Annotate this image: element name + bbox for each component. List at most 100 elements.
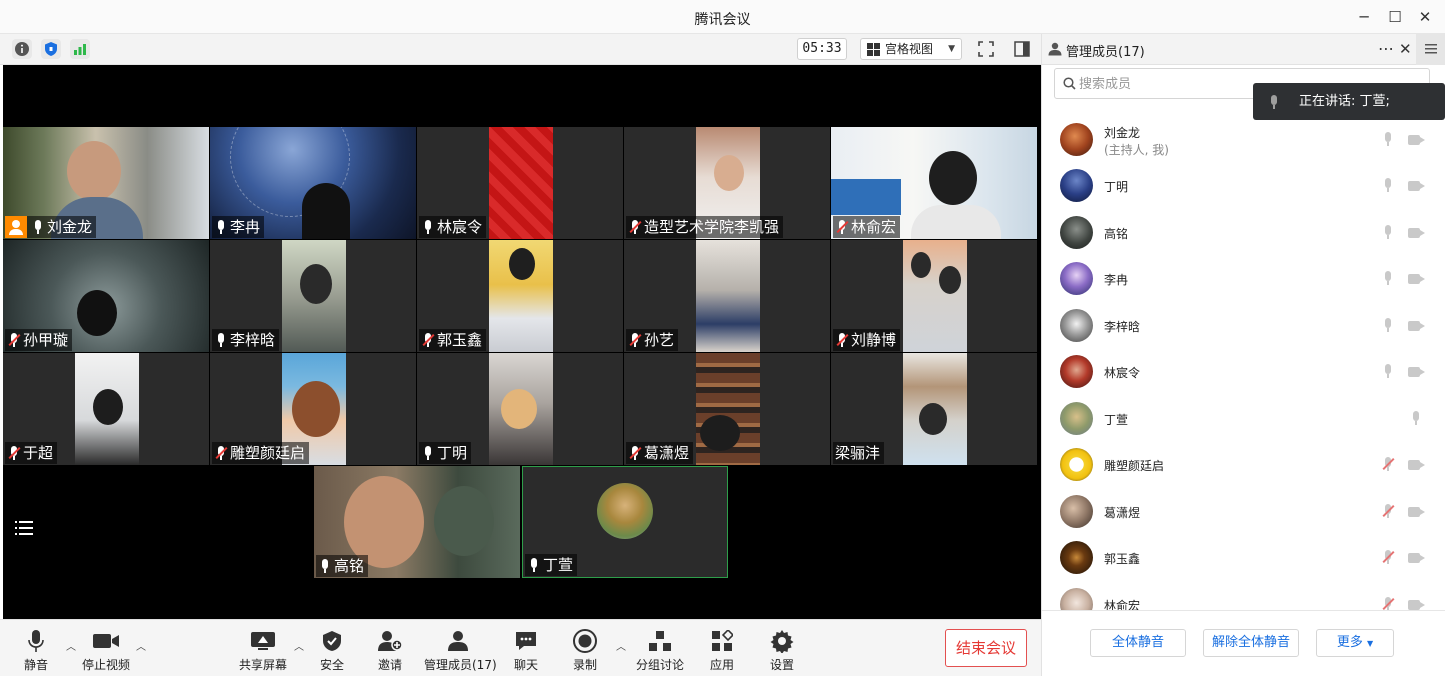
- video-tile[interactable]: 李梓晗: [210, 240, 416, 352]
- video-tile[interactable]: 孙艺: [624, 240, 830, 352]
- video-tile[interactable]: 刘金龙: [3, 127, 209, 239]
- member-camera-icon[interactable]: [1408, 553, 1420, 563]
- end-meeting-button[interactable]: 结束会议: [945, 629, 1027, 667]
- share-options-chevron[interactable]: ︿: [294, 638, 304, 653]
- list-icon[interactable]: [15, 518, 35, 538]
- unmute-all-button[interactable]: 解除全体静音: [1203, 629, 1299, 657]
- chat-button[interactable]: 聊天: [512, 628, 540, 673]
- share-screen-button[interactable]: 共享屏幕: [238, 628, 288, 673]
- record-options-chevron[interactable]: ︿: [616, 638, 626, 653]
- avatar: [1060, 123, 1093, 156]
- tile-name-tag: 梁骊沣: [833, 442, 885, 464]
- member-row[interactable]: 丁萱: [1042, 395, 1445, 441]
- maximize-button[interactable]: ☐: [1383, 6, 1407, 28]
- mic-muted-icon: [7, 445, 21, 461]
- member-camera-icon[interactable]: [1408, 181, 1420, 191]
- settings-button[interactable]: 设置: [768, 628, 796, 673]
- member-row[interactable]: 葛潇煜: [1042, 488, 1445, 534]
- video-tile[interactable]: 林宸令: [417, 127, 623, 239]
- mic-muted-icon: [214, 445, 228, 461]
- member-row[interactable]: 刘金龙 (主持人, 我): [1042, 116, 1445, 162]
- video-tile[interactable]: 丁明: [417, 353, 623, 465]
- panel-menu-button[interactable]: [1416, 34, 1445, 65]
- video-tile[interactable]: 葛潇煜: [624, 353, 830, 465]
- video-tile[interactable]: 郭玉鑫: [417, 240, 623, 352]
- member-mic-muted-icon[interactable]: [1382, 550, 1395, 566]
- meeting-timer: 05:33: [797, 38, 847, 60]
- member-camera-icon[interactable]: [1408, 228, 1420, 238]
- chat-icon: [512, 628, 540, 654]
- member-name: 高铭: [1104, 227, 1129, 241]
- video-tile[interactable]: 李冉: [210, 127, 416, 239]
- member-mic-muted-icon[interactable]: [1382, 504, 1395, 520]
- mute-options-chevron[interactable]: ︿: [66, 638, 76, 653]
- member-camera-icon[interactable]: [1408, 507, 1420, 517]
- video-tile[interactable]: 于超: [3, 353, 209, 465]
- member-row[interactable]: 郭玉鑫: [1042, 534, 1445, 580]
- member-row[interactable]: 李冉: [1042, 255, 1445, 301]
- close-icon[interactable]: ✕: [1399, 40, 1412, 58]
- member-mic-icon[interactable]: [1382, 318, 1394, 334]
- member-row[interactable]: 丁明: [1042, 162, 1445, 208]
- video-tile[interactable]: 刘静博: [831, 240, 1037, 352]
- member-mic-icon[interactable]: [1382, 271, 1394, 287]
- member-camera-icon[interactable]: [1408, 600, 1420, 610]
- participant-name: 孙甲璇: [23, 331, 69, 349]
- member-mic-icon[interactable]: [1382, 178, 1394, 194]
- member-row[interactable]: 林宸令: [1042, 348, 1445, 394]
- member-camera-icon[interactable]: [1408, 460, 1420, 470]
- member-mic-icon[interactable]: [1382, 132, 1394, 148]
- avatar: [1060, 355, 1093, 388]
- member-camera-icon[interactable]: [1408, 135, 1420, 145]
- stop-video-button[interactable]: 停止视频: [80, 628, 132, 673]
- member-mic-icon[interactable]: [1382, 364, 1394, 380]
- member-row[interactable]: 高铭: [1042, 209, 1445, 255]
- more-icon[interactable]: ⋯: [1378, 39, 1394, 58]
- member-camera-icon[interactable]: [1408, 321, 1420, 331]
- tile-name-tag: 李梓晗: [212, 329, 280, 351]
- view-mode-dropdown[interactable]: 宫格视图 ▼: [860, 38, 962, 60]
- video-tile[interactable]: 孙甲璇: [3, 240, 209, 352]
- security-button[interactable]: 安全: [318, 628, 346, 673]
- fullscreen-icon[interactable]: [976, 39, 996, 59]
- member-row[interactable]: 林俞宏: [1042, 581, 1445, 610]
- video-tile[interactable]: 梁骊沣: [831, 353, 1037, 465]
- more-label: 更多: [1336, 635, 1363, 650]
- view-mode-label: 宫格视图: [885, 42, 934, 56]
- apps-button[interactable]: 应用: [708, 628, 736, 673]
- member-mic-muted-icon[interactable]: [1382, 457, 1395, 473]
- mic-muted-icon: [628, 219, 642, 235]
- member-camera-icon[interactable]: [1408, 274, 1420, 284]
- member-mic-icon[interactable]: [1382, 225, 1394, 241]
- mute-all-button[interactable]: 全体静音: [1090, 629, 1186, 657]
- avatar: [1060, 402, 1093, 435]
- participant-name: 李冉: [230, 218, 261, 236]
- title-bar: 腾讯会议 ─ ☐ ✕: [0, 0, 1445, 34]
- sidebar-toggle-icon[interactable]: [1012, 39, 1032, 59]
- record-button[interactable]: 录制: [571, 628, 599, 673]
- breakout-rooms-button[interactable]: 分组讨论: [636, 628, 684, 673]
- video-options-chevron[interactable]: ︿: [136, 638, 146, 653]
- window-title: 腾讯会议: [694, 12, 751, 28]
- member-camera-icon[interactable]: [1408, 367, 1420, 377]
- manage-members-button[interactable]: 管理成员(17): [424, 628, 497, 673]
- member-row[interactable]: 雕塑颜廷启: [1042, 441, 1445, 487]
- close-window-button[interactable]: ✕: [1413, 6, 1437, 28]
- member-row[interactable]: 李梓晗: [1042, 302, 1445, 348]
- shield-icon[interactable]: [41, 39, 61, 59]
- invite-button[interactable]: 邀请: [376, 628, 404, 673]
- tile-name-tag: 雕塑颜廷启: [212, 442, 310, 464]
- more-button[interactable]: 更多 ▼: [1316, 629, 1394, 657]
- video-tile[interactable]: 高铭: [314, 466, 520, 578]
- video-tile[interactable]: 雕塑颜廷启: [210, 353, 416, 465]
- tile-name-tag: 李冉: [212, 216, 265, 238]
- member-mic-muted-icon[interactable]: [1382, 597, 1395, 610]
- info-icon[interactable]: [12, 39, 32, 59]
- minimize-button[interactable]: ─: [1352, 6, 1376, 28]
- mute-button[interactable]: 静音: [20, 628, 52, 673]
- video-tile[interactable]: 林俞宏: [831, 127, 1037, 239]
- member-mic-icon[interactable]: [1410, 411, 1422, 427]
- video-tile-active-speaker[interactable]: 丁萱: [522, 466, 728, 578]
- signal-icon[interactable]: [70, 39, 90, 59]
- video-tile[interactable]: 造型艺术学院李凯强: [624, 127, 830, 239]
